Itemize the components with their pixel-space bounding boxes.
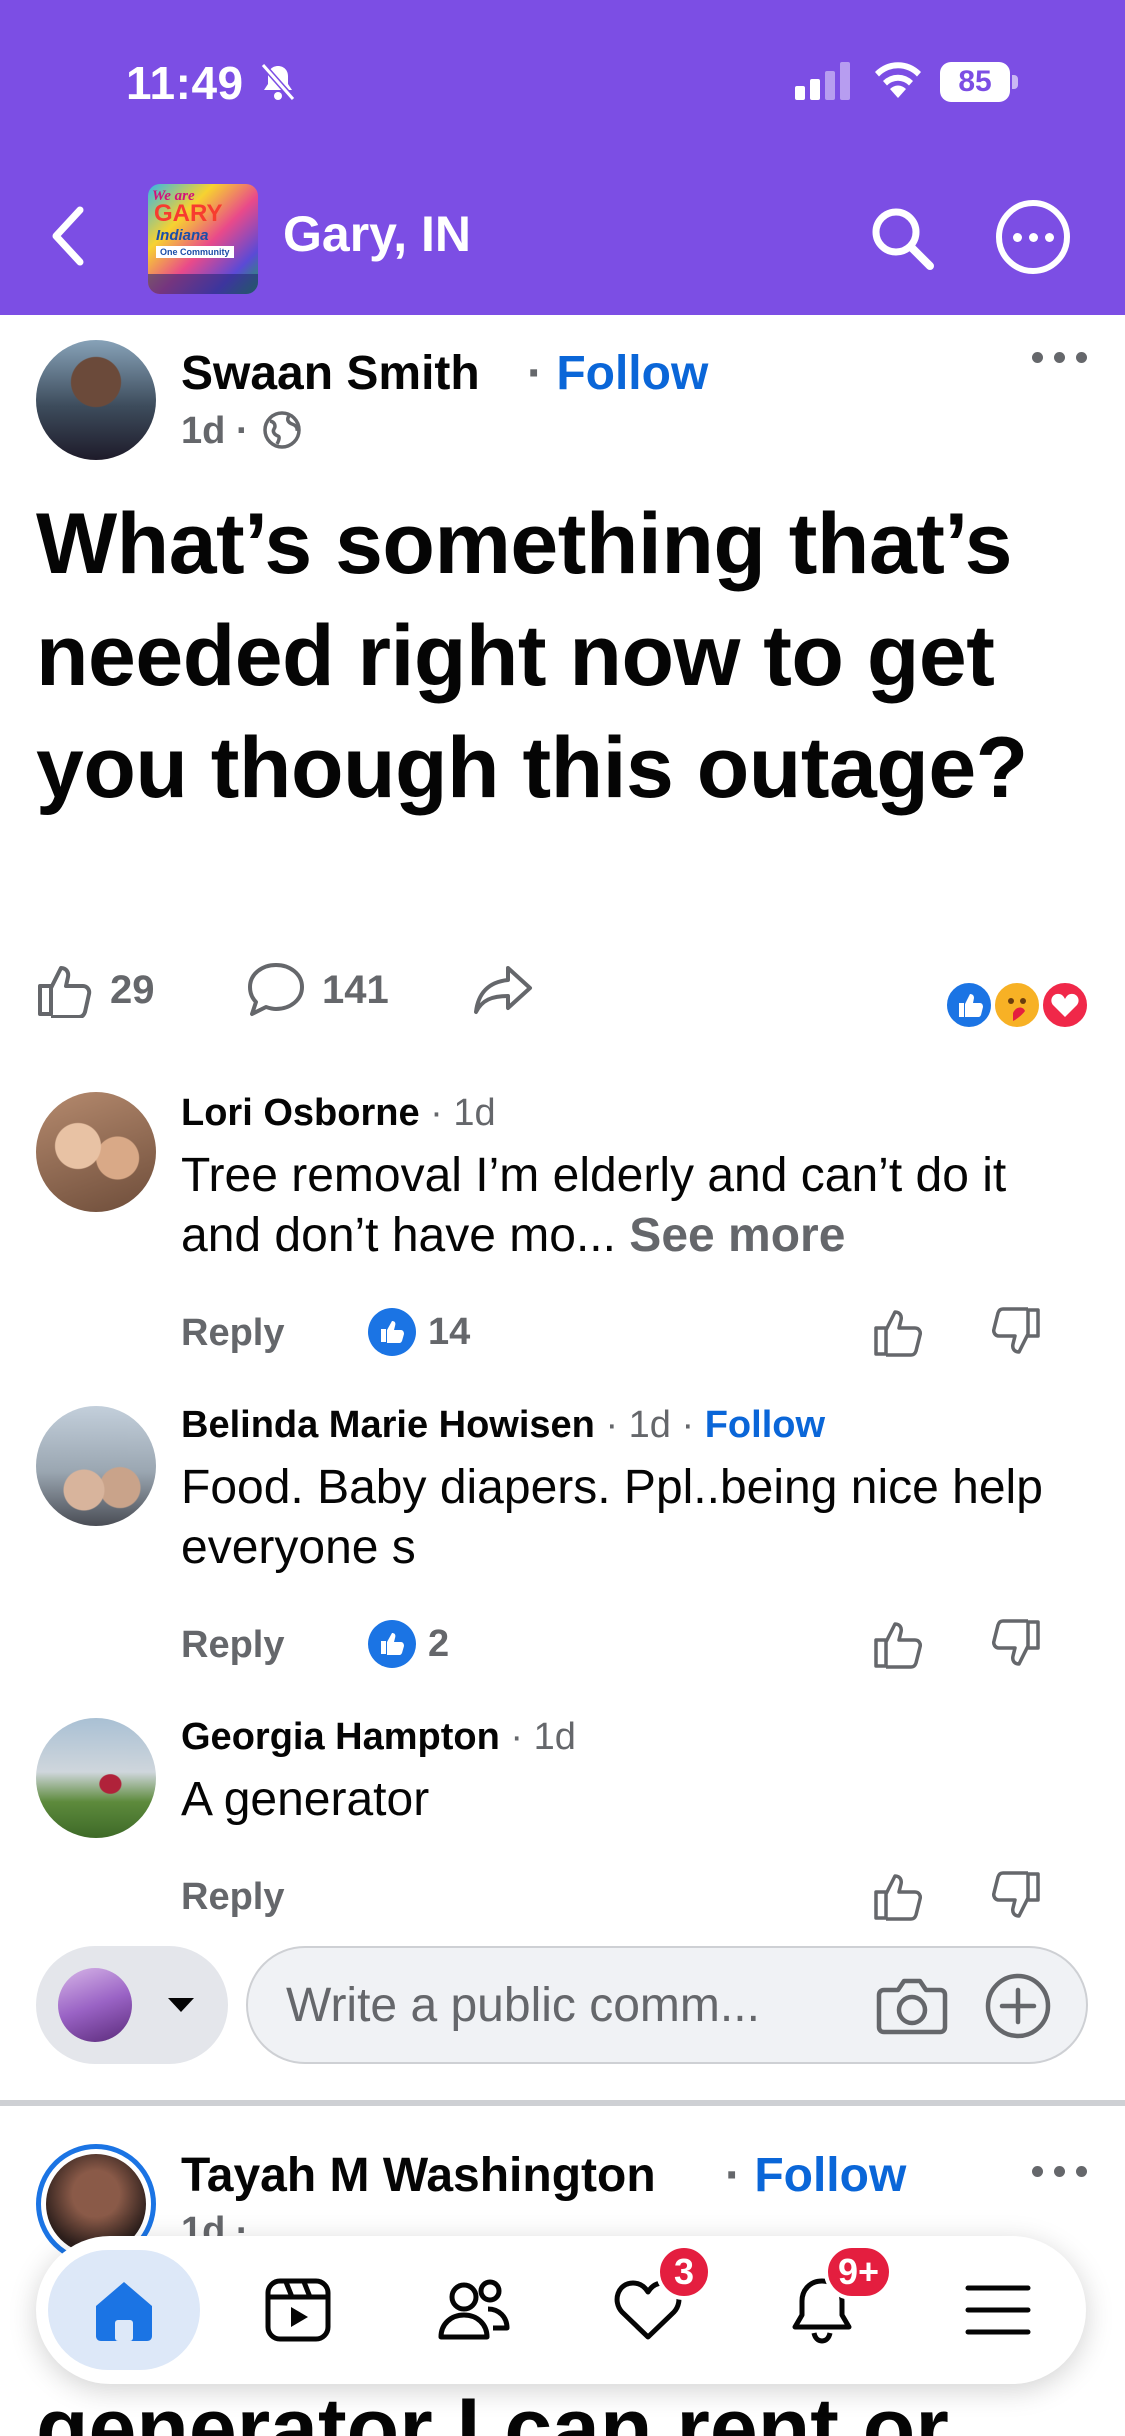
comment-count: 141 bbox=[322, 967, 389, 1012]
next-post-text: generator I can rent or bbox=[36, 2381, 949, 2436]
friends-icon bbox=[438, 2279, 510, 2340]
globe-icon bbox=[263, 411, 301, 449]
downvote-icon[interactable] bbox=[990, 1870, 1042, 1922]
like-reaction-icon bbox=[944, 980, 994, 1030]
group-avatar[interactable]: We are GARY Indiana One Community bbox=[148, 184, 258, 294]
next-author-name[interactable]: Tayah M Washington bbox=[181, 2148, 656, 2203]
home-icon bbox=[96, 2282, 152, 2341]
follow-button[interactable]: Follow bbox=[705, 1404, 825, 1446]
like-badge-icon bbox=[368, 1620, 416, 1668]
camera-icon[interactable] bbox=[876, 1974, 948, 2038]
comment-input[interactable]: Write a public comm... bbox=[246, 1946, 1088, 2064]
follow-next-author[interactable]: · Follow bbox=[725, 2148, 906, 2203]
search-icon[interactable] bbox=[868, 204, 936, 272]
user-avatar bbox=[58, 1968, 132, 2042]
commenter-avatar[interactable] bbox=[36, 1718, 156, 1838]
upvote-icon[interactable] bbox=[872, 1870, 924, 1922]
comment-text: Tree removal I’m elderly and can’t do it… bbox=[181, 1149, 1007, 1262]
commenter-avatar[interactable] bbox=[36, 1092, 156, 1212]
comment-icon bbox=[248, 963, 304, 1016]
tab-video[interactable] bbox=[222, 2250, 374, 2370]
comment-author[interactable]: Lori Osborne · 1d bbox=[181, 1092, 496, 1135]
comment-author[interactable]: Georgia Hampton · 1d bbox=[181, 1716, 576, 1759]
post-menu-icon[interactable] bbox=[1032, 352, 1088, 368]
video-icon bbox=[265, 2278, 331, 2342]
care-reaction-icon bbox=[992, 980, 1042, 1030]
reply-button[interactable]: Reply bbox=[181, 1876, 284, 1919]
author-name[interactable]: Swaan Smith bbox=[181, 346, 480, 401]
more-options-icon[interactable] bbox=[996, 200, 1070, 274]
post-divider bbox=[0, 2100, 1125, 2106]
see-more-link[interactable]: See more bbox=[629, 1209, 845, 1262]
plus-circle-icon[interactable] bbox=[984, 1972, 1052, 2040]
back-arrow-icon[interactable] bbox=[44, 200, 94, 272]
status-time: 11:49 bbox=[126, 57, 244, 109]
comment-author[interactable]: Belinda Marie Howisen · 1d · Follow bbox=[181, 1404, 825, 1447]
comment-like-count[interactable]: 14 bbox=[368, 1308, 470, 1356]
upvote-icon[interactable] bbox=[872, 1306, 924, 1358]
downvote-icon[interactable] bbox=[990, 1306, 1042, 1358]
battery-icon: 85 bbox=[940, 62, 1018, 102]
follow-button[interactable]: Follow bbox=[556, 347, 708, 400]
notifications-badge: 9+ bbox=[824, 2244, 894, 2300]
group-header: 11:49 85 We are GARY Indiana One Communi… bbox=[0, 0, 1125, 315]
comment-placeholder: Write a public comm... bbox=[286, 1979, 760, 2032]
share-icon bbox=[474, 966, 532, 1014]
tab-menu[interactable] bbox=[922, 2250, 1074, 2370]
reply-button[interactable]: Reply bbox=[181, 1312, 284, 1355]
upvote-icon[interactable] bbox=[872, 1618, 924, 1670]
comment-like-count[interactable]: 2 bbox=[368, 1620, 449, 1668]
follow-button[interactable]: Follow bbox=[754, 2149, 906, 2202]
tab-home[interactable] bbox=[48, 2250, 200, 2370]
comment-text: Food. Baby diapers. Ppl..being nice help… bbox=[181, 1461, 1043, 1574]
share-button[interactable] bbox=[472, 960, 534, 1020]
reply-button[interactable]: Reply bbox=[181, 1624, 284, 1667]
identity-switcher[interactable] bbox=[36, 1946, 228, 2064]
tab-notifications[interactable]: 9+ bbox=[746, 2244, 898, 2370]
love-reaction-icon bbox=[1040, 980, 1090, 1030]
follow-author[interactable]: · Follow bbox=[527, 346, 708, 401]
group-name[interactable]: Gary, IN bbox=[283, 205, 471, 263]
battery-level: 85 bbox=[940, 62, 1010, 102]
wifi-icon bbox=[875, 62, 921, 98]
author-avatar[interactable] bbox=[36, 340, 156, 460]
bell-off-icon bbox=[260, 63, 296, 101]
post-text: What’s something that’s needed right now… bbox=[36, 496, 1028, 816]
meta-dot: · bbox=[236, 410, 249, 452]
tab-friends[interactable] bbox=[398, 2250, 550, 2370]
comment-button[interactable]: 141 bbox=[246, 960, 389, 1020]
tab-dating[interactable]: 3 bbox=[572, 2244, 724, 2370]
like-count: 29 bbox=[110, 967, 155, 1012]
post-menu-icon[interactable] bbox=[1032, 2166, 1088, 2182]
dating-badge: 3 bbox=[656, 2244, 712, 2300]
downvote-icon[interactable] bbox=[990, 1618, 1042, 1670]
like-badge-icon bbox=[368, 1308, 416, 1356]
like-button[interactable]: 29 bbox=[36, 960, 155, 1020]
bottom-tab-bar: 3 9+ bbox=[36, 2236, 1086, 2384]
thumbs-up-icon bbox=[38, 966, 92, 1018]
commenter-avatar[interactable] bbox=[36, 1406, 156, 1526]
cellular-signal-icon bbox=[795, 62, 850, 100]
comment-text: A generator bbox=[181, 1773, 430, 1826]
chevron-down-icon bbox=[168, 1998, 194, 2012]
hamburger-menu-icon bbox=[965, 2285, 1031, 2335]
post-time: 1d bbox=[181, 410, 226, 452]
reaction-summary[interactable] bbox=[944, 980, 1092, 1032]
